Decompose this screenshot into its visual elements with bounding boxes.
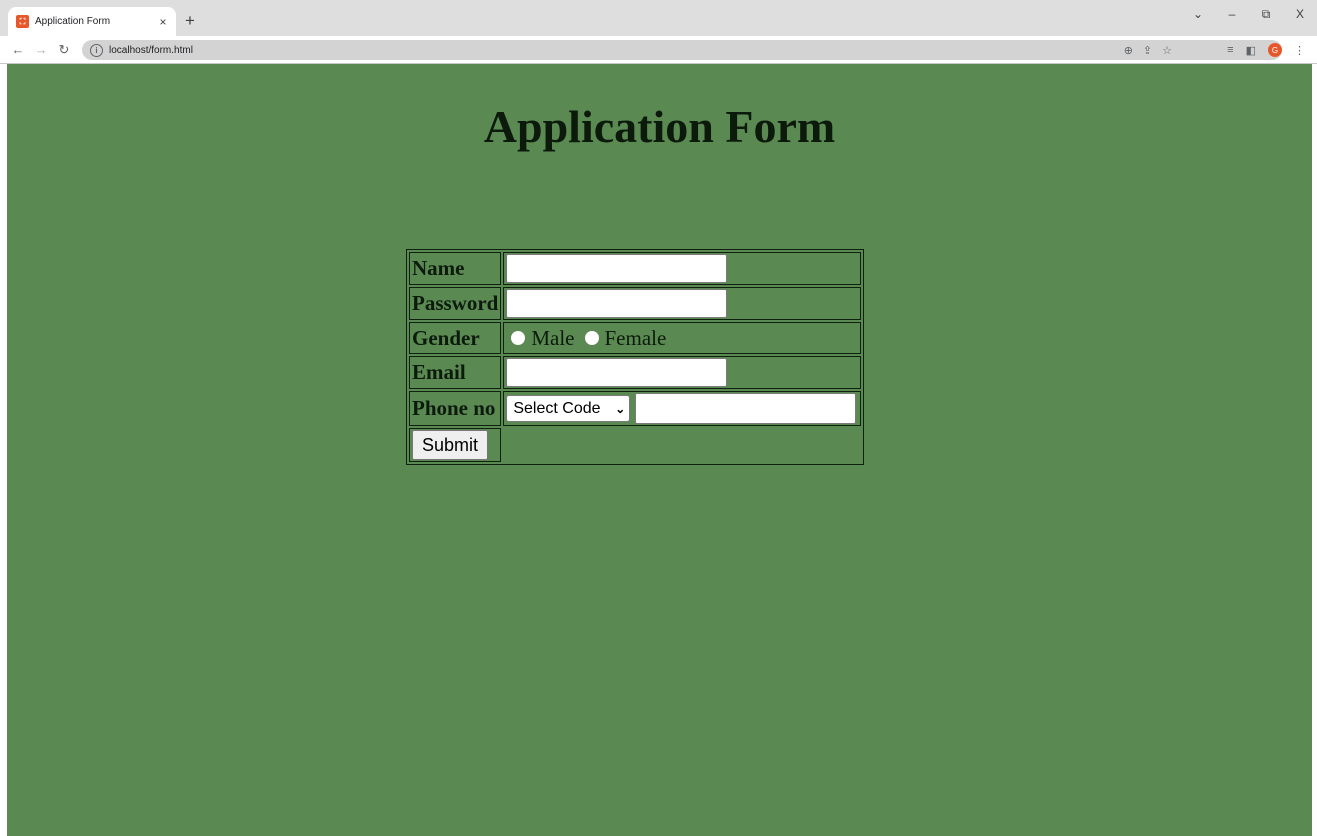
submit-button[interactable]: Submit	[412, 430, 488, 460]
name-row: Name	[409, 252, 862, 285]
menu-kebab-icon[interactable]: ⋮	[1294, 44, 1305, 57]
gender-male-radio[interactable]	[511, 331, 526, 345]
password-input[interactable]	[506, 289, 728, 318]
back-arrow-icon[interactable]: ←	[10, 42, 26, 57]
toolbar-actions: ≡ ◧ G ⋮	[1227, 41, 1305, 59]
gender-label: Gender	[409, 322, 502, 354]
url-text[interactable]: localhost/form.html	[109, 45, 193, 56]
chevron-down-icon: ⌄	[615, 401, 626, 416]
side-panel-icon[interactable]: ◧	[1246, 44, 1256, 57]
tab-title: Application Form	[35, 16, 111, 27]
bookmark-star-icon[interactable]: ☆	[1162, 44, 1172, 57]
phone-label: Phone no	[409, 391, 502, 426]
page-title: Application Form	[483, 101, 836, 152]
submit-cell: Submit	[409, 428, 502, 462]
email-input[interactable]	[506, 358, 728, 387]
close-window-button[interactable]: X	[1293, 7, 1307, 22]
browser-tab-bar: ⛶ Application Form × + ⌄ – ⧉ X	[0, 0, 1317, 36]
window-controls: ⌄ – ⧉ X	[1191, 7, 1307, 22]
tab-close-icon[interactable]: ×	[156, 15, 170, 29]
name-input[interactable]	[506, 254, 728, 283]
forward-arrow-icon[interactable]: →	[33, 42, 49, 57]
tab-search-icon[interactable]: ⌄	[1191, 7, 1205, 22]
phone-number-input[interactable]	[635, 393, 857, 424]
gender-field-cell: Male Female	[503, 322, 862, 354]
minimize-button[interactable]: –	[1225, 7, 1239, 22]
phone-field-cell: Select Code ⌄	[503, 391, 862, 426]
email-row: Email	[409, 356, 862, 389]
restore-button[interactable]: ⧉	[1259, 7, 1273, 22]
browser-tab[interactable]: ⛶ Application Form ×	[8, 7, 176, 36]
email-label: Email	[409, 356, 502, 389]
country-code-value: Select Code	[513, 399, 601, 417]
gender-female-label[interactable]: Female	[605, 326, 667, 351]
gender-female-radio[interactable]	[584, 331, 599, 345]
phone-row: Phone no Select Code ⌄	[409, 391, 862, 426]
password-row: Password	[409, 287, 862, 320]
new-tab-button[interactable]: +	[180, 11, 200, 31]
gender-male-label[interactable]: Male	[531, 326, 574, 351]
reading-list-icon[interactable]: ≡	[1227, 44, 1233, 56]
zoom-icon[interactable]: ⊕	[1124, 44, 1133, 57]
password-field-cell	[503, 287, 862, 320]
application-form-table: Name Password Gender Male Female Email P…	[406, 249, 865, 465]
name-field-cell	[503, 252, 862, 285]
html-file-icon: ⛶	[16, 15, 29, 28]
page-viewport: Application Form Name Password Gender Ma…	[7, 64, 1312, 836]
address-bar: ← → ↻ i localhost/form.html ⊕ ⇪ ☆ ≡ ◧ G …	[0, 36, 1317, 64]
url-bar[interactable]: i localhost/form.html ⊕ ⇪ ☆	[82, 40, 1282, 60]
country-code-select[interactable]: Select Code ⌄	[506, 395, 631, 422]
share-icon[interactable]: ⇪	[1143, 44, 1152, 57]
reload-icon[interactable]: ↻	[56, 42, 72, 58]
gender-row: Gender Male Female	[409, 322, 862, 354]
password-label: Password	[409, 287, 502, 320]
omnibox-actions: ⊕ ⇪ ☆	[1124, 40, 1172, 60]
name-label: Name	[409, 252, 502, 285]
phone-inputs: Select Code ⌄	[506, 393, 858, 424]
info-icon[interactable]: i	[90, 43, 103, 57]
email-field-cell	[503, 356, 862, 389]
gender-radio-group: Male Female	[506, 326, 858, 351]
submit-row: Submit	[409, 428, 861, 462]
profile-avatar[interactable]: G	[1268, 43, 1282, 57]
